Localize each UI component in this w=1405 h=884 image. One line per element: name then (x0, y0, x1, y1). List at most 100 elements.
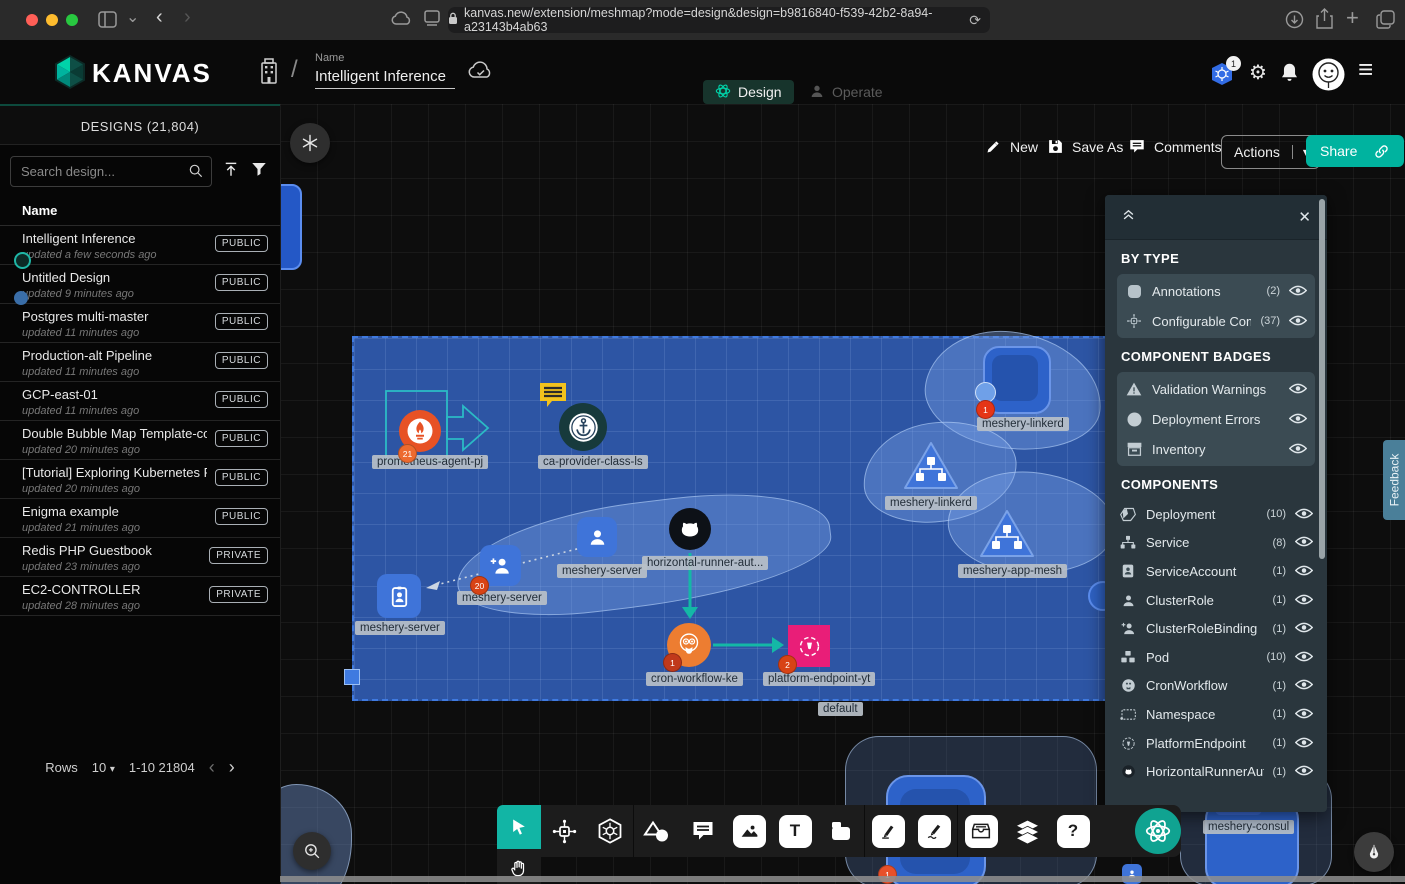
new-tab-button[interactable]: + (1346, 5, 1359, 31)
offscreen-node[interactable] (280, 184, 302, 270)
component-row-clusterrole[interactable]: ClusterRole (1) (1117, 586, 1315, 615)
eye-icon[interactable] (1295, 507, 1313, 522)
traffic-close-button[interactable] (26, 14, 38, 26)
close-panel-icon[interactable]: ✕ (1298, 208, 1311, 226)
eye-icon[interactable] (1289, 284, 1307, 299)
node-ca-provider[interactable] (559, 403, 607, 451)
traffic-minimize-button[interactable] (46, 14, 58, 26)
reload-icon[interactable]: ⟳ (969, 12, 981, 29)
search-input[interactable] (10, 156, 212, 187)
text-tool[interactable]: T (772, 815, 818, 848)
eye-icon[interactable] (1289, 442, 1307, 457)
design-row[interactable]: EC2-CONTROLLER updated 28 minutes ago PR… (0, 577, 280, 616)
component-row-namespace[interactable]: Namespace (1) (1117, 700, 1315, 729)
design-row[interactable]: Intelligent Inference updated a few seco… (0, 226, 280, 265)
design-row[interactable]: Double Bubble Map Template-copy updated … (0, 421, 280, 460)
components-tool[interactable] (541, 818, 587, 845)
meshery-extension-button[interactable] (1135, 808, 1181, 854)
eye-icon[interactable] (1295, 650, 1313, 665)
design-row[interactable]: Enigma example updated 21 minutes ago PU… (0, 499, 280, 538)
kubernetes-tool[interactable] (587, 817, 633, 845)
snapshot-snowflake-button[interactable] (290, 123, 330, 163)
layers-tool[interactable] (1004, 818, 1050, 845)
traffic-zoom-button[interactable] (66, 14, 78, 26)
design-row[interactable]: GCP-east-01 updated 11 minutes ago PUBLI… (0, 382, 280, 421)
save-as-button[interactable]: Save As (1047, 138, 1123, 155)
prev-page-button[interactable]: ‹ (209, 761, 215, 774)
eye-icon[interactable] (1289, 382, 1307, 397)
node-meshery-server-clusterrole[interactable] (577, 517, 617, 557)
component-row-cronworkflow[interactable]: CronWorkflow (1) (1117, 672, 1315, 701)
eye-icon[interactable] (1295, 535, 1313, 550)
eye-icon[interactable] (1295, 764, 1313, 779)
component-row-serviceaccount[interactable]: ServiceAccount (1) (1117, 557, 1315, 586)
badge-row-validation[interactable]: Validation Warnings (1123, 374, 1309, 404)
node-linkerd-service[interactable] (902, 440, 960, 497)
chevron-down-icon[interactable]: ⌄ (126, 7, 139, 27)
column-header-name[interactable]: Name (0, 194, 280, 226)
feedback-tab[interactable]: Feedback (1383, 440, 1405, 520)
canvas-horizontal-scrollbar[interactable] (280, 876, 1405, 882)
settings-gear-icon[interactable]: ⚙ (1249, 60, 1267, 85)
tab-operate[interactable]: Operate (797, 80, 895, 104)
pen-tool[interactable] (865, 815, 911, 848)
downloads-icon[interactable] (1285, 10, 1304, 34)
notifications-bell-icon[interactable] (1280, 62, 1299, 88)
comment-annotation-icon[interactable] (538, 381, 568, 414)
organization-icon[interactable] (258, 58, 280, 89)
share-icon[interactable] (1316, 8, 1333, 34)
next-page-button[interactable]: › (229, 761, 235, 774)
new-button[interactable]: New (985, 138, 1038, 155)
tabs-icon[interactable] (1376, 10, 1395, 34)
eye-icon[interactable] (1295, 678, 1313, 693)
app-logo-text[interactable]: KANVAS (92, 58, 212, 89)
drawer-tool[interactable] (958, 815, 1004, 848)
comments-button[interactable]: Comments (1128, 138, 1222, 155)
hamburger-menu-icon[interactable]: ≡ (1358, 54, 1373, 85)
share-button[interactable]: Share (1306, 135, 1404, 167)
shape-node-tool[interactable] (818, 819, 864, 843)
component-row-deployment[interactable]: Deployment (10) (1117, 500, 1315, 529)
forward-button[interactable]: › (184, 6, 191, 29)
layer-row-configurable[interactable]: Configurable Components (37) (1123, 306, 1309, 336)
tab-design[interactable]: Design (703, 80, 794, 104)
eye-icon[interactable] (1295, 593, 1313, 608)
layer-row-annotations[interactable]: Annotations (2) (1123, 276, 1309, 306)
component-row-clusterrolebinding[interactable]: ClusterRoleBinding (1) (1117, 614, 1315, 643)
select-tool[interactable] (497, 805, 541, 849)
shapes-tool[interactable] (634, 819, 680, 844)
badge-row-errors[interactable]: Deployment Errors (1123, 404, 1309, 434)
back-button[interactable]: ‹ (156, 6, 163, 29)
component-row-pod[interactable]: Pod (10) (1117, 643, 1315, 672)
eye-icon[interactable] (1295, 736, 1313, 751)
eye-icon[interactable] (1295, 707, 1313, 722)
component-row-platformendpoint[interactable]: PlatformEndpoint (1) (1117, 729, 1315, 758)
import-design-icon[interactable] (222, 160, 240, 183)
design-row[interactable]: Untitled Design updated 9 minutes ago PU… (0, 265, 280, 304)
filter-icon[interactable] (250, 160, 268, 183)
icloud-icon[interactable] (391, 10, 412, 31)
pen-mode-button[interactable] (1354, 832, 1394, 872)
selection-handle[interactable] (344, 669, 360, 685)
sidebar-toggle-icon[interactable] (98, 11, 117, 33)
help-tool[interactable]: ? (1050, 815, 1096, 848)
pencil-tool[interactable] (911, 815, 957, 848)
user-avatar[interactable] (1312, 58, 1345, 96)
design-row[interactable]: [Tutorial] Exploring Kubernetes Pod upda… (0, 460, 280, 499)
design-name-input[interactable]: Intelligent Inference (315, 68, 455, 89)
component-row-service[interactable]: Service (8) (1117, 529, 1315, 558)
rows-per-page-select[interactable]: 10 ▾ (92, 760, 115, 775)
eye-icon[interactable] (1289, 412, 1307, 427)
zoom-button[interactable] (293, 832, 331, 870)
component-row-horizontalrunnerautoscaler[interactable]: HorizontalRunnerAutoscaler (1) (1117, 757, 1315, 786)
eye-icon[interactable] (1289, 314, 1307, 329)
design-row[interactable]: Redis PHP Guestbook updated 23 minutes a… (0, 538, 280, 577)
eye-icon[interactable] (1295, 621, 1313, 636)
node-meshery-server-serviceaccount[interactable] (377, 574, 421, 618)
panel-scrollbar[interactable] (1319, 199, 1325, 559)
design-row[interactable]: Postgres multi-master updated 11 minutes… (0, 304, 280, 343)
node-app-mesh-service[interactable] (978, 508, 1036, 565)
kanvas-logo-icon[interactable] (54, 54, 86, 95)
eye-icon[interactable] (1295, 564, 1313, 579)
search-design-field[interactable] (10, 156, 212, 187)
